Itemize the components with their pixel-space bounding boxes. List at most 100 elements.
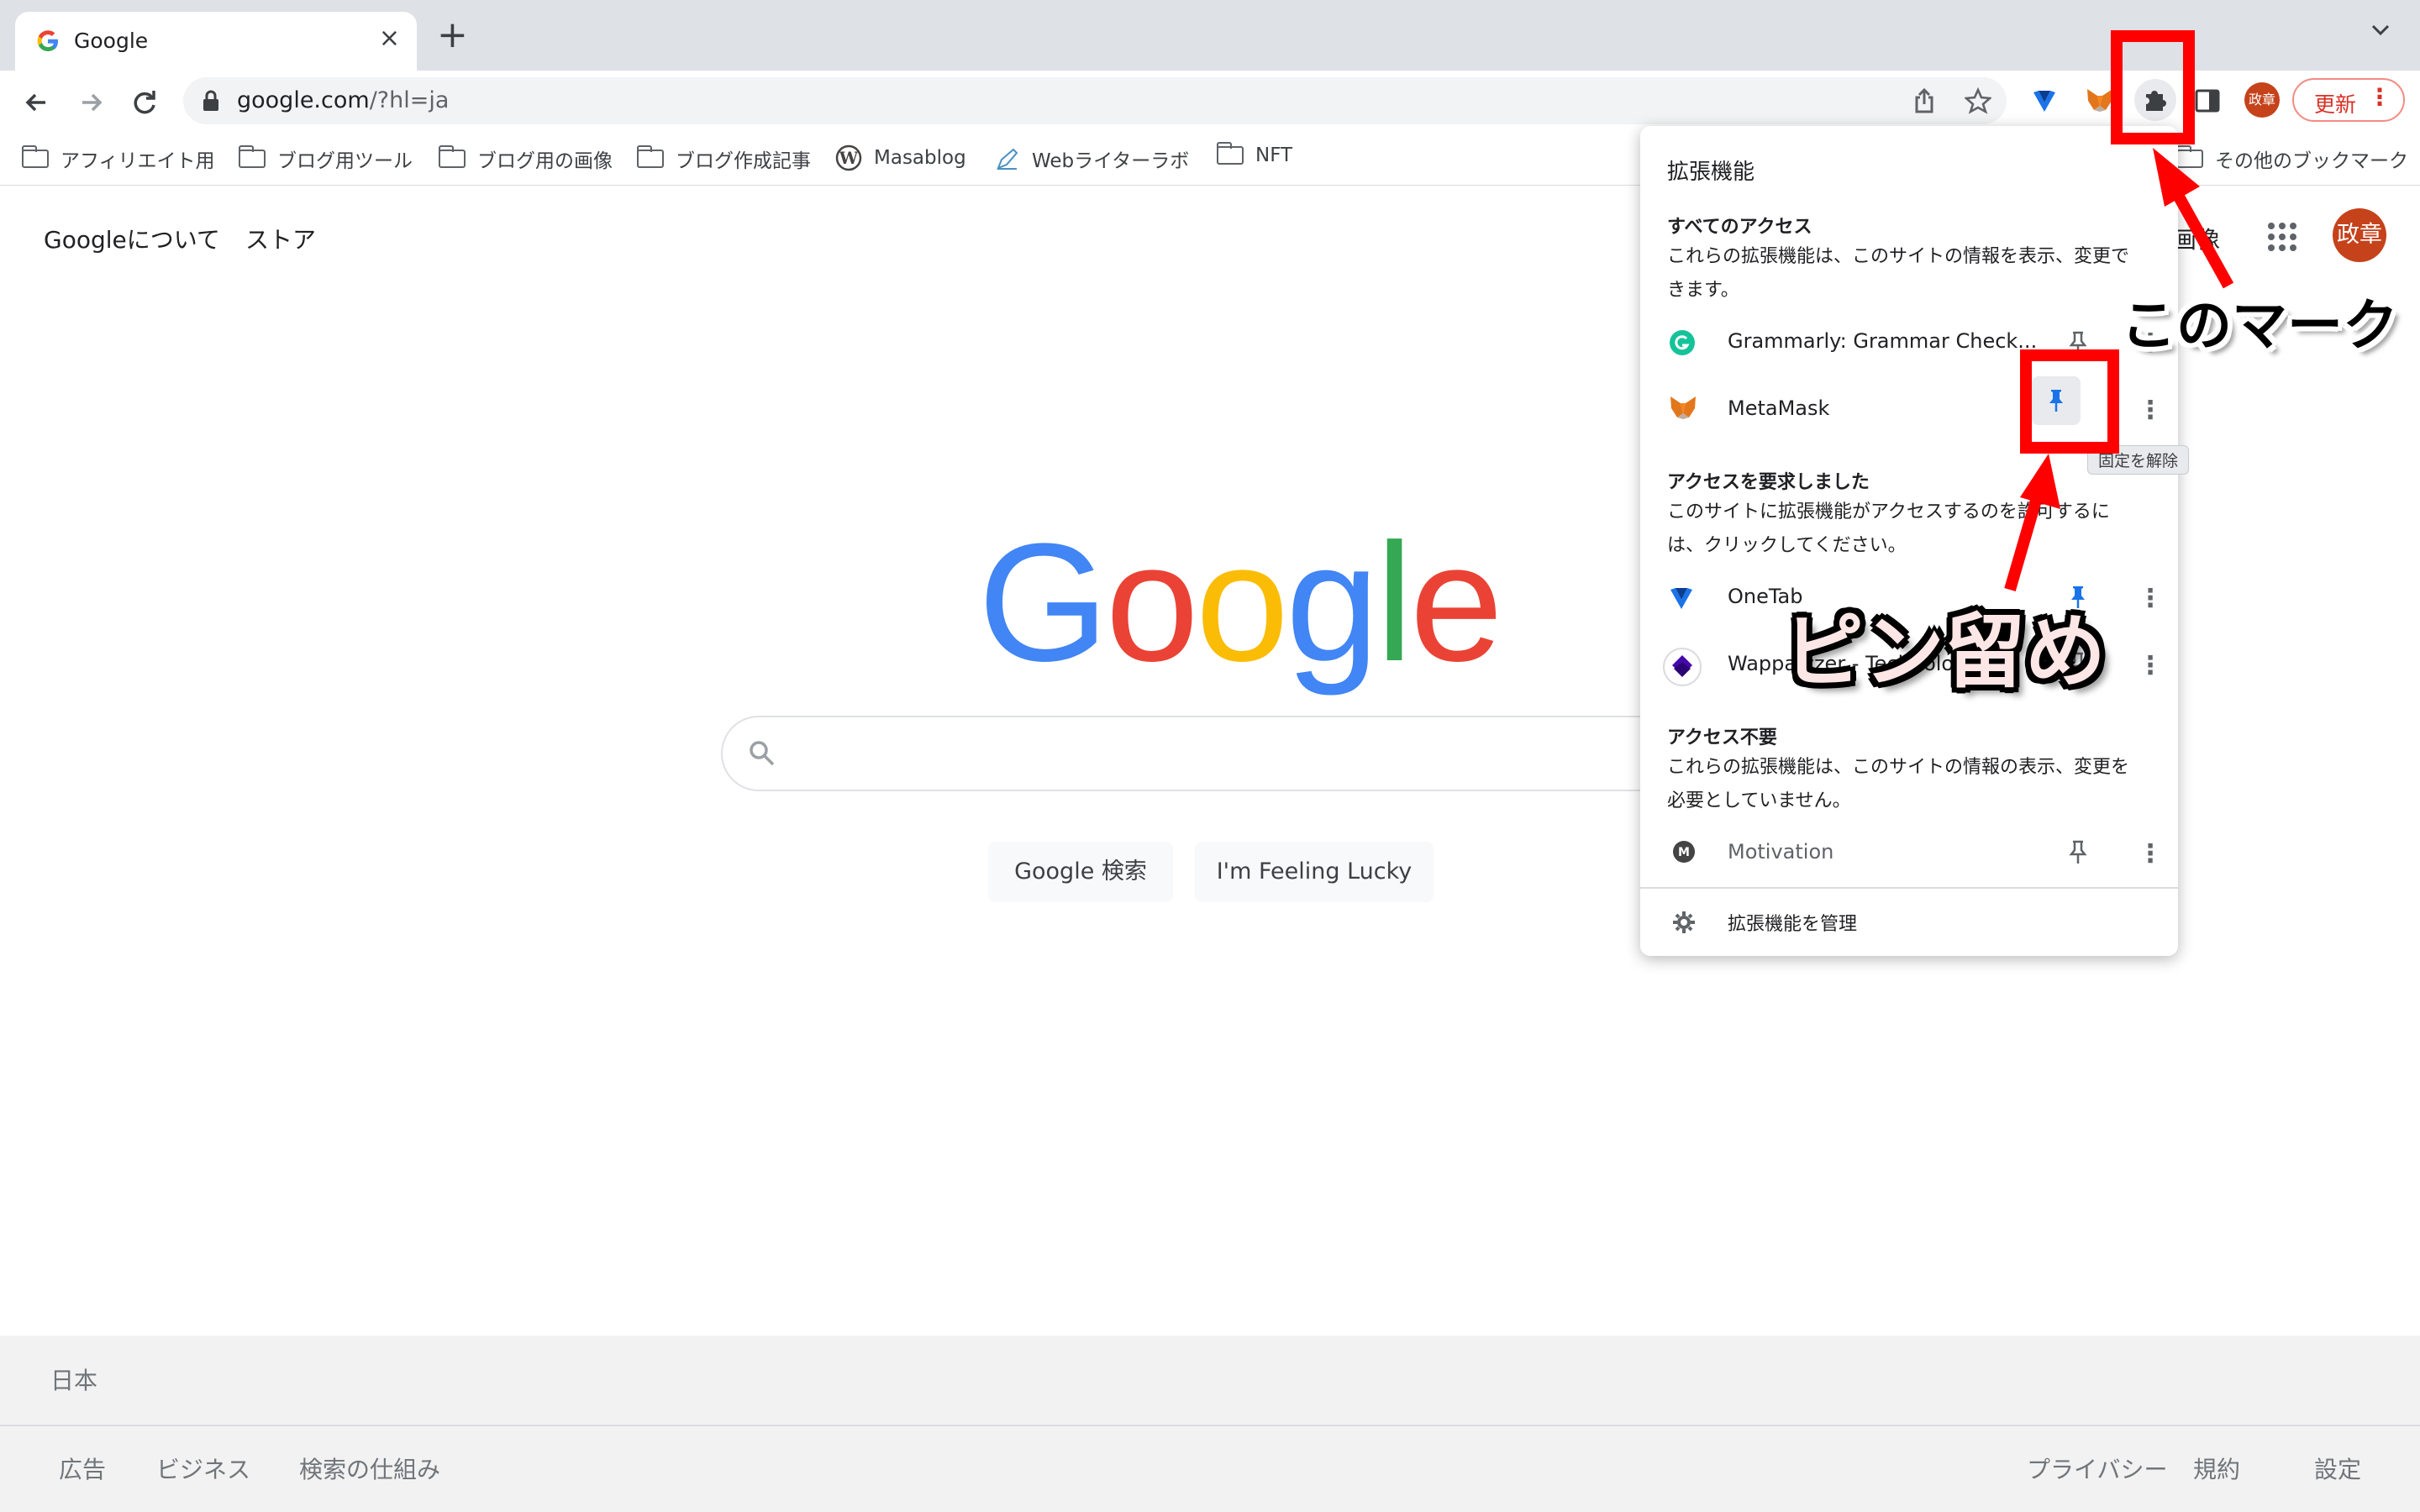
footer-link-how-search-works[interactable]: 検索の仕組み	[299, 1452, 440, 1485]
extension-menu-icon[interactable]: ⋮	[2138, 586, 2163, 612]
bookmark-item-6[interactable]: NFT	[1217, 142, 1293, 166]
pin-outline-icon[interactable]	[2069, 840, 2087, 865]
gear-icon	[1673, 911, 1695, 933]
logo-letter: e	[1409, 509, 1503, 696]
bookmark-label: Masablog	[874, 147, 966, 169]
onetab-toolbar-icon[interactable]	[2032, 87, 2057, 114]
footer-link-ads[interactable]: 広告	[59, 1452, 106, 1485]
bookmark-other-label: その他のブックマーク	[2215, 150, 2408, 172]
search-icon	[750, 741, 775, 766]
svg-text:M: M	[1678, 846, 1690, 859]
tab-title: Google	[74, 29, 149, 53]
footer-link-terms[interactable]: 規約	[2193, 1452, 2240, 1485]
wordpress-icon: W	[835, 144, 862, 171]
lock-icon[interactable]	[202, 89, 220, 113]
logo-letter: l	[1376, 509, 1413, 696]
motivation-icon: M	[1673, 841, 1695, 863]
extension-name: Motivation	[1728, 840, 1834, 864]
images-link[interactable]: 画像	[2173, 222, 2220, 255]
annotation-box-extensions-button	[2111, 30, 2195, 144]
reload-icon[interactable]	[128, 86, 161, 119]
logo-letter: g	[1286, 509, 1379, 696]
google-apps-grid-icon[interactable]	[2267, 222, 2297, 252]
bookmark-item-2[interactable]: ブログ用の画像	[439, 144, 613, 173]
bookmark-label: ブログ用の画像	[477, 150, 613, 172]
bookmark-item-3[interactable]: ブログ作成記事	[637, 144, 811, 173]
footer-country: 日本	[50, 1367, 98, 1394]
bookmark-star-icon[interactable]	[1965, 87, 1991, 114]
section-no-access-description: これらの拡張機能は、このサイトの情報の表示、変更を必要としていません。	[1667, 757, 2130, 811]
bookmark-label: ブログ用ツール	[277, 150, 413, 172]
url-path: /?hl=ja	[369, 87, 450, 113]
footer-links-bar: 広告 ビジネス 検索の仕組み プライバシー 規約 設定	[0, 1426, 2420, 1512]
profile-avatar-small[interactable]: 政章	[2244, 82, 2280, 118]
bookmark-item-1[interactable]: ブログ用ツール	[239, 144, 413, 173]
url-host: google.com	[237, 87, 370, 113]
account-avatar[interactable]: 政章	[2333, 208, 2386, 262]
logo-letter: o	[1195, 509, 1289, 696]
extension-row-motivation[interactable]	[1640, 820, 2178, 887]
update-button[interactable]: 更新 ⋮	[2292, 78, 2405, 122]
pen-icon	[997, 148, 1018, 170]
folder-icon	[22, 145, 49, 168]
about-google-link[interactable]: Googleについて	[44, 222, 220, 255]
share-icon[interactable]	[1912, 87, 1936, 114]
feeling-lucky-button[interactable]: I'm Feeling Lucky	[1195, 842, 1434, 902]
folder-icon	[239, 145, 266, 168]
tab-google[interactable]: Google ×	[15, 12, 417, 72]
annotation-label-this-mark: このマーク	[2121, 293, 2398, 358]
google-favicon-icon	[37, 30, 58, 51]
google-search-button[interactable]: Google 検索	[988, 842, 1173, 902]
logo-letter: G	[978, 509, 1109, 696]
tab-search-chevron-icon[interactable]	[2368, 22, 2393, 39]
forward-icon[interactable]	[74, 86, 108, 119]
tab-close-icon[interactable]: ×	[379, 24, 400, 53]
folder-icon	[1217, 142, 1244, 165]
footer-link-business[interactable]: ビジネス	[156, 1452, 250, 1485]
bookmark-item-0[interactable]: アフィリエイト用	[22, 144, 215, 173]
section-requested-heading: アクセスを要求しました	[1667, 472, 1870, 493]
folder-icon	[2176, 145, 2203, 168]
svg-text:W: W	[839, 148, 859, 168]
popup-divider	[1640, 887, 2178, 889]
section-full-access-heading: すべてのアクセス	[1667, 217, 1812, 238]
onetab-icon	[1670, 588, 1692, 609]
bookmark-item-5[interactable]: Webライターラボ	[995, 144, 1189, 173]
bookmark-label: アフィリエイト用	[60, 150, 215, 172]
annotation-label-pin: ピン留め	[1783, 605, 2106, 699]
bookmark-label: NFT	[1255, 144, 1293, 166]
section-full-access-description: これらの拡張機能は、このサイトの情報を表示、変更できます。	[1667, 246, 2130, 301]
footer-link-privacy[interactable]: プライバシー	[2027, 1452, 2167, 1485]
bookmark-label: ブログ作成記事	[676, 150, 811, 172]
grammarly-icon	[1670, 330, 1695, 355]
extension-menu-icon[interactable]: ⋮	[2138, 398, 2163, 423]
extension-menu-icon[interactable]: ⋮	[2138, 842, 2163, 867]
address-bar[interactable]	[183, 77, 2007, 124]
folder-icon	[439, 145, 466, 168]
section-no-access-heading: アクセス不要	[1667, 727, 1777, 748]
more-options-icon[interactable]: ⋮	[2368, 83, 2391, 111]
bookmark-item-4[interactable]: W Masablog	[835, 144, 966, 171]
section-requested-description: このサイトに拡張機能がアクセスするのを許可するには、クリックしてください。	[1667, 501, 2110, 556]
back-icon[interactable]	[20, 86, 54, 119]
annotation-box-pin-button	[2020, 349, 2119, 454]
bookmark-other[interactable]: その他のブックマーク	[2176, 144, 2408, 173]
metamask-icon	[1670, 396, 1696, 419]
extensions-popup-title: 拡張機能	[1667, 160, 1755, 185]
folder-icon	[637, 145, 664, 168]
update-label: 更新	[2314, 92, 2357, 117]
store-link[interactable]: ストア	[245, 222, 316, 255]
logo-letter: o	[1105, 509, 1199, 696]
footer-link-settings[interactable]: 設定	[2314, 1452, 2361, 1485]
search-input[interactable]	[721, 716, 1729, 791]
new-tab-button[interactable]: +	[437, 17, 468, 54]
side-panel-icon[interactable]	[2195, 89, 2220, 113]
manage-extensions-row[interactable]	[1640, 890, 2178, 953]
extension-name: MetaMask	[1728, 396, 1830, 420]
footer-country-bar: 日本	[0, 1336, 2420, 1426]
metamask-toolbar-icon[interactable]	[2086, 87, 2114, 113]
bookmark-label: Webライターラボ	[1032, 150, 1190, 172]
extension-menu-icon[interactable]: ⋮	[2138, 654, 2163, 679]
extension-name: Grammarly: Grammar Check...	[1728, 329, 2038, 353]
url-text[interactable]: google.com/?hl=ja	[237, 87, 449, 113]
